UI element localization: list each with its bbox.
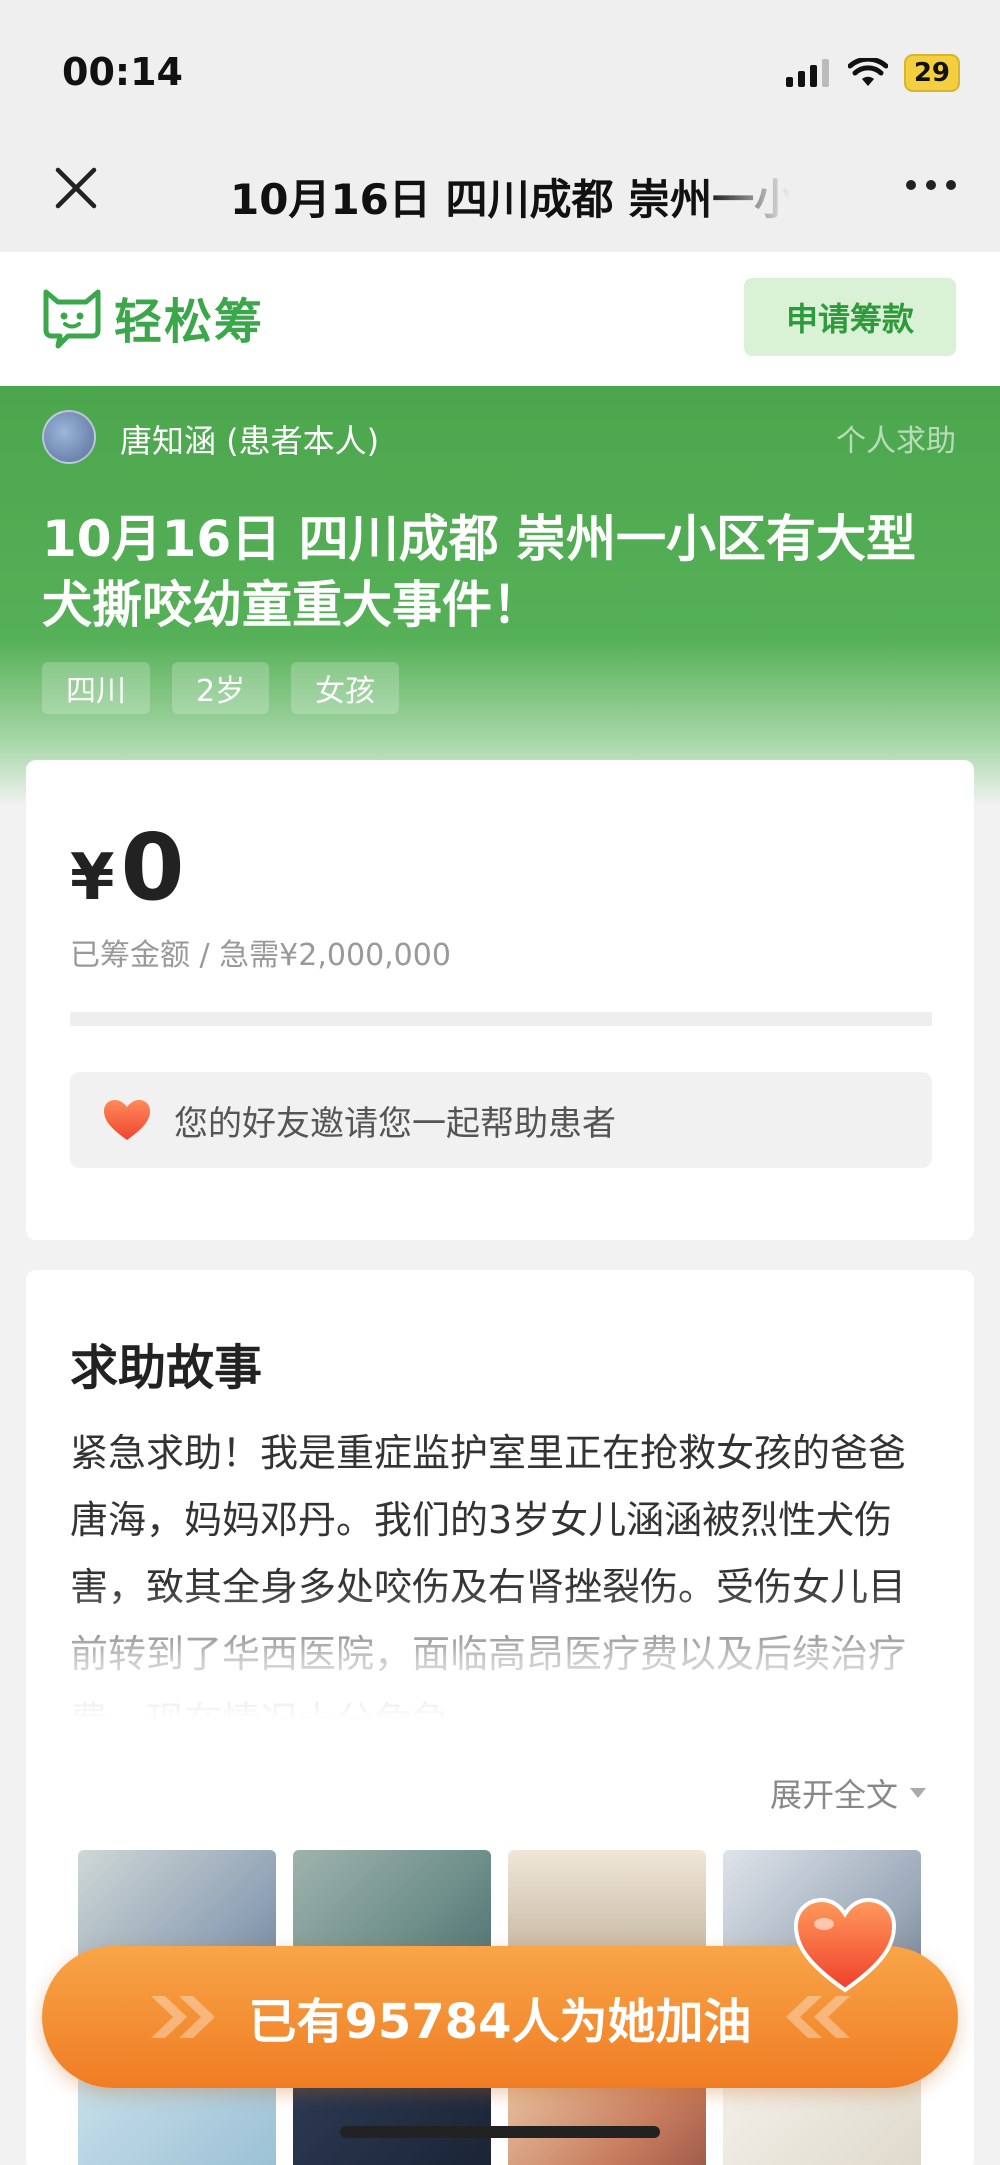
patient-name: 唐知涵 (患者本人) [120, 422, 380, 460]
help-type-label: 个人求助 [836, 424, 956, 459]
campaign-hero: 唐知涵 (患者本人) 个人求助 10月16日 四川成都 崇州一小区有大型犬撕咬幼… [0, 386, 1000, 806]
raised-amount: ¥0 [70, 814, 185, 921]
heart-icon [104, 1100, 150, 1140]
nav-bar: 10月16日 四川成都 崇州一小区有大型犬撕咬幼童重大事件！ [0, 130, 1000, 252]
invite-banner[interactable]: 您的好友邀请您一起帮助患者 [70, 1072, 932, 1168]
app-logo[interactable]: 轻松筹 [40, 282, 264, 352]
status-time: 00:14 [62, 50, 183, 94]
status-icons: 29 [785, 54, 960, 92]
wifi-icon [847, 58, 888, 86]
goal-text: 已筹金额 / 急需¥2,000,000 [70, 938, 451, 973]
triangle-down-icon [910, 1788, 926, 1798]
logo-text: 轻松筹 [114, 294, 265, 350]
cheer-label: 已有95784人为她加油 [248, 1994, 752, 2050]
signal-icon [785, 59, 829, 87]
status-bar: 00:14 29 [0, 0, 1000, 130]
progress-bar [70, 1012, 932, 1026]
fundraise-summary-card: ¥0 已筹金额 / 急需¥2,000,000 您的好友邀请您一起帮助患者 [26, 760, 974, 1240]
floating-heart-icon [793, 1897, 897, 1993]
invite-text: 您的好友邀请您一起帮助患者 [174, 1103, 616, 1144]
expand-full-text-button[interactable]: 展开全文 [770, 1770, 928, 1816]
currency-symbol: ¥ [70, 841, 115, 915]
patient-tags: 四川 2岁 女孩 [42, 662, 400, 714]
story-text: 紧急求助！我是重症监护室里正在抢救女孩的爸爸唐海，妈妈邓丹。我们的3岁女儿涵涵被… [70, 1431, 907, 1720]
tag-gender: 女孩 [291, 662, 400, 714]
tag-region: 四川 [42, 662, 150, 714]
brand-bar: 轻松筹 申请筹款 [0, 252, 1000, 386]
campaign-title: 10月16日 四川成都 崇州一小区有大型犬撕咬幼童重大事件！ [42, 510, 916, 634]
double-chevron-right-icon [150, 1996, 215, 2038]
close-icon[interactable] [50, 162, 102, 214]
battery-indicator: 29 [903, 54, 960, 92]
home-indicator [340, 2126, 660, 2138]
story-heading: 求助故事 [70, 1340, 263, 1396]
more-options-icon[interactable] [906, 180, 956, 190]
raised-value: 0 [120, 814, 185, 921]
nav-title: 10月16日 四川成都 崇州一小区有大型犬撕咬幼童重大事件！ [230, 175, 790, 224]
apply-fundraise-button[interactable]: 申请筹款 [744, 278, 956, 356]
cat-logo-icon [43, 289, 101, 349]
expand-label: 展开全文 [769, 1776, 898, 1814]
patient-avatar [42, 410, 96, 464]
tag-age: 2岁 [172, 662, 270, 714]
cheer-button[interactable]: 已有95784人为她加油 [42, 1897, 958, 2088]
